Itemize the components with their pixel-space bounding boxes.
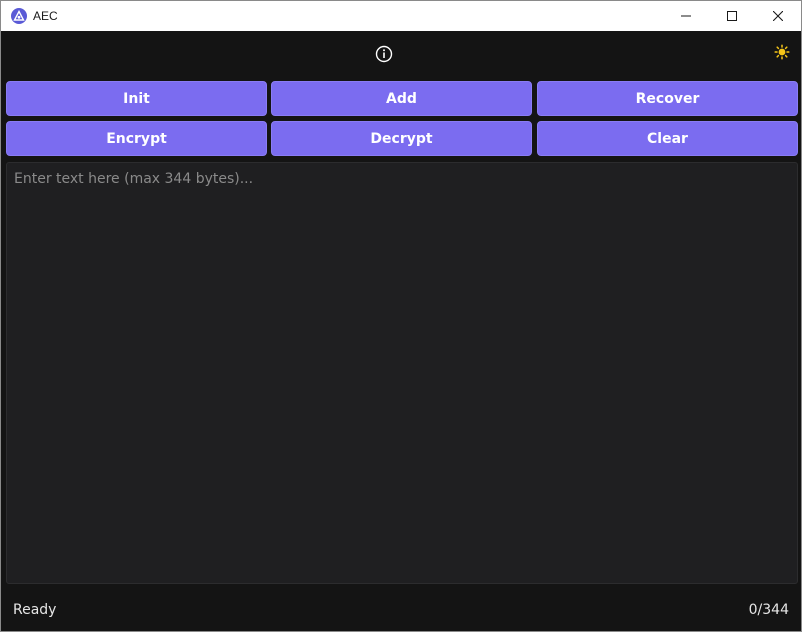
minimize-button[interactable] (663, 1, 709, 31)
aec-app-icon (11, 8, 27, 24)
window-title: AEC (33, 9, 58, 23)
status-text: Ready (13, 602, 57, 618)
maximize-button[interactable] (709, 1, 755, 31)
byte-counter: 0/344 (748, 602, 789, 618)
text-input[interactable] (7, 163, 797, 583)
sun-icon[interactable] (774, 44, 790, 60)
recover-button[interactable]: Recover (537, 81, 798, 116)
app-window: AEC Init Add Recover Encrypt Decrypt Cle… (0, 0, 802, 632)
info-icon[interactable] (375, 45, 393, 63)
maximize-icon (727, 11, 737, 21)
text-editor (6, 162, 798, 584)
init-button[interactable]: Init (6, 81, 267, 116)
window-controls (663, 1, 801, 31)
add-button[interactable]: Add (271, 81, 532, 116)
close-button[interactable] (755, 1, 801, 31)
decrypt-button[interactable]: Decrypt (271, 121, 532, 156)
clear-button[interactable]: Clear (537, 121, 798, 156)
close-icon (773, 11, 783, 21)
encrypt-button[interactable]: Encrypt (6, 121, 267, 156)
minimize-icon (681, 15, 691, 17)
status-bar: Ready 0/344 (1, 589, 801, 631)
title-bar[interactable]: AEC (1, 1, 801, 31)
header-bar (1, 31, 801, 77)
